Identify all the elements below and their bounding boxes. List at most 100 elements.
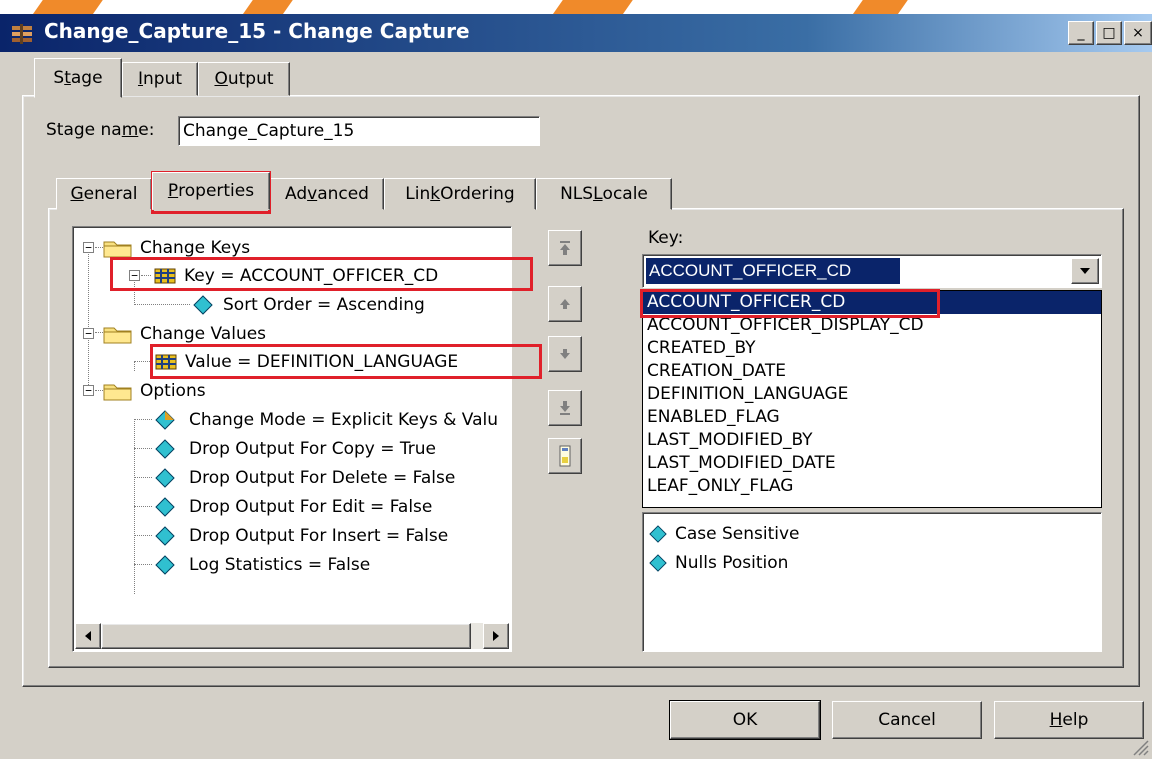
tab-label: P bbox=[167, 181, 179, 201]
dropdown-button[interactable] bbox=[1071, 258, 1099, 284]
tree-node-log-statistics[interactable]: Log Statistics = False bbox=[155, 550, 370, 579]
tree-label: Drop Output For Copy = True bbox=[189, 438, 437, 459]
collapse-icon[interactable]: − bbox=[129, 270, 140, 281]
collapse-icon[interactable]: − bbox=[83, 328, 94, 339]
expression-button[interactable] bbox=[548, 438, 582, 474]
tree-label: Change Values bbox=[140, 323, 267, 344]
tab-label: Ad bbox=[285, 184, 308, 204]
tab-input[interactable]: Input bbox=[122, 62, 198, 96]
key-option[interactable]: LAST_MODIFIED_BY bbox=[643, 429, 1101, 452]
sub-property-case-sensitive[interactable]: Case Sensitive bbox=[649, 519, 800, 548]
sub-property-nulls-position[interactable]: Nulls Position bbox=[649, 548, 788, 577]
tab-general[interactable]: General bbox=[56, 178, 152, 210]
tree-label: Log Statistics = False bbox=[189, 554, 371, 575]
tab-label: S bbox=[53, 68, 65, 88]
cancel-button[interactable]: Cancel bbox=[832, 701, 982, 739]
stage-name-input[interactable] bbox=[178, 116, 540, 146]
key-label: Key: bbox=[648, 228, 684, 248]
resize-grip-icon[interactable] bbox=[1130, 737, 1150, 757]
tree-node-change-values[interactable]: − Change Values bbox=[83, 319, 266, 348]
label-part: e: bbox=[138, 120, 155, 140]
tab-label: NLS bbox=[560, 184, 594, 204]
move-down-icon bbox=[560, 349, 570, 359]
tab-label: G bbox=[70, 184, 84, 204]
tab-label: age bbox=[70, 68, 103, 88]
property-icon bbox=[155, 409, 175, 430]
collapse-icon[interactable]: − bbox=[83, 242, 94, 253]
close-icon: × bbox=[1132, 25, 1144, 41]
move-top-icon bbox=[560, 241, 570, 255]
tab-label: nput bbox=[143, 69, 183, 89]
key-option[interactable]: ACCOUNT_OFFICER_CD bbox=[643, 291, 1101, 314]
move-up-button[interactable] bbox=[548, 286, 582, 322]
tree-label: Value = DEFINITION_LANGUAGE bbox=[185, 351, 459, 372]
tree-node-sort-order[interactable]: Sort Order = Ascending bbox=[193, 290, 425, 319]
properties-tree[interactable]: − Change Keys − Key = ACCOUNT_OFFICER_CD… bbox=[72, 226, 512, 652]
tree-label: Drop Output For Insert = False bbox=[189, 525, 449, 546]
tab-label: Lin bbox=[405, 184, 431, 204]
key-option[interactable]: ENABLED_FLAG bbox=[643, 406, 1101, 429]
key-sub-properties[interactable]: Case Sensitive Nulls Position bbox=[642, 512, 1102, 652]
chevron-down-icon bbox=[1080, 268, 1090, 274]
tree-label: Drop Output For Delete = False bbox=[189, 467, 456, 488]
arrow-left-icon bbox=[85, 631, 91, 641]
tree-node-drop-delete[interactable]: Drop Output For Delete = False bbox=[155, 463, 455, 492]
key-option[interactable]: CREATION_DATE bbox=[643, 360, 1101, 383]
minimize-button[interactable]: _ bbox=[1068, 21, 1094, 45]
maximize-button[interactable]: □ bbox=[1096, 21, 1122, 45]
key-option[interactable]: ACCOUNT_OFFICER_DISPLAY_CD bbox=[643, 314, 1101, 337]
property-icon bbox=[649, 524, 667, 543]
move-bottom-button[interactable] bbox=[548, 390, 582, 426]
key-option[interactable]: CREATED_BY bbox=[643, 337, 1101, 360]
property-icon bbox=[155, 438, 175, 459]
ok-button[interactable]: OK bbox=[669, 700, 821, 740]
tree-node-options[interactable]: − Options bbox=[83, 376, 206, 405]
move-down-button[interactable] bbox=[548, 336, 582, 372]
tree-node-drop-insert[interactable]: Drop Output For Insert = False bbox=[155, 521, 448, 550]
tab-properties[interactable]: Properties bbox=[152, 172, 270, 210]
tree-node-drop-copy[interactable]: Drop Output For Copy = True bbox=[155, 434, 436, 463]
tree-label: Key = ACCOUNT_OFFICER_CD bbox=[184, 265, 439, 286]
scroll-left-button[interactable] bbox=[75, 623, 101, 649]
move-top-button[interactable] bbox=[548, 230, 582, 266]
key-icon bbox=[155, 354, 177, 369]
stage-name-label: Stage name: bbox=[46, 120, 154, 140]
button-label: H bbox=[1049, 710, 1063, 730]
tab-advanced[interactable]: Ad v anced bbox=[270, 178, 384, 210]
tree-hscrollbar[interactable] bbox=[75, 623, 509, 649]
tree-node-value[interactable]: Value = DEFINITION_LANGUAGE bbox=[153, 347, 458, 376]
document-icon bbox=[559, 445, 571, 467]
tab-link-ordering[interactable]: Lin k Ordering bbox=[384, 178, 536, 210]
folder-icon bbox=[103, 327, 132, 343]
property-icon bbox=[155, 525, 175, 546]
scroll-right-button[interactable] bbox=[483, 623, 509, 649]
key-combobox[interactable]: ACCOUNT_OFFICER_CD bbox=[642, 254, 1102, 288]
property-icon bbox=[649, 553, 667, 572]
tree-node-change-mode[interactable]: Change Mode = Explicit Keys & Valu bbox=[155, 405, 498, 434]
folder-icon bbox=[103, 384, 132, 400]
tree-node-change-keys[interactable]: − Change Keys bbox=[83, 233, 250, 262]
key-option[interactable]: DEFINITION_LANGUAGE bbox=[643, 383, 1101, 406]
sub-property-label: Case Sensitive bbox=[675, 523, 800, 544]
help-button[interactable]: Help bbox=[994, 701, 1144, 739]
maximize-icon: □ bbox=[1102, 25, 1116, 41]
label-part: m bbox=[121, 120, 139, 140]
key-selected-value: ACCOUNT_OFFICER_CD bbox=[646, 258, 900, 284]
folder-icon bbox=[103, 241, 132, 257]
tree-label: Change Keys bbox=[140, 237, 251, 258]
key-option[interactable]: LEAF_ONLY_FLAG bbox=[643, 475, 1101, 498]
move-bottom-icon bbox=[560, 401, 570, 415]
tree-node-key[interactable]: − Key = ACCOUNT_OFFICER_CD bbox=[129, 261, 438, 290]
sub-property-label: Nulls Position bbox=[675, 552, 789, 573]
collapse-icon[interactable]: − bbox=[83, 385, 94, 396]
scroll-thumb[interactable] bbox=[101, 623, 471, 649]
tab-stage[interactable]: St age bbox=[34, 58, 122, 98]
property-icon bbox=[193, 294, 213, 315]
close-button[interactable]: × bbox=[1124, 21, 1152, 45]
tab-nls-locale[interactable]: NLS Locale bbox=[536, 178, 672, 210]
key-dropdown-list[interactable]: ACCOUNT_OFFICER_CD ACCOUNT_OFFICER_DISPL… bbox=[642, 290, 1102, 508]
tab-output[interactable]: Output bbox=[198, 62, 290, 96]
key-option[interactable]: LAST_MODIFIED_DATE bbox=[643, 452, 1101, 475]
tree-label: Drop Output For Edit = False bbox=[189, 496, 433, 517]
tree-node-drop-edit[interactable]: Drop Output For Edit = False bbox=[155, 492, 432, 521]
